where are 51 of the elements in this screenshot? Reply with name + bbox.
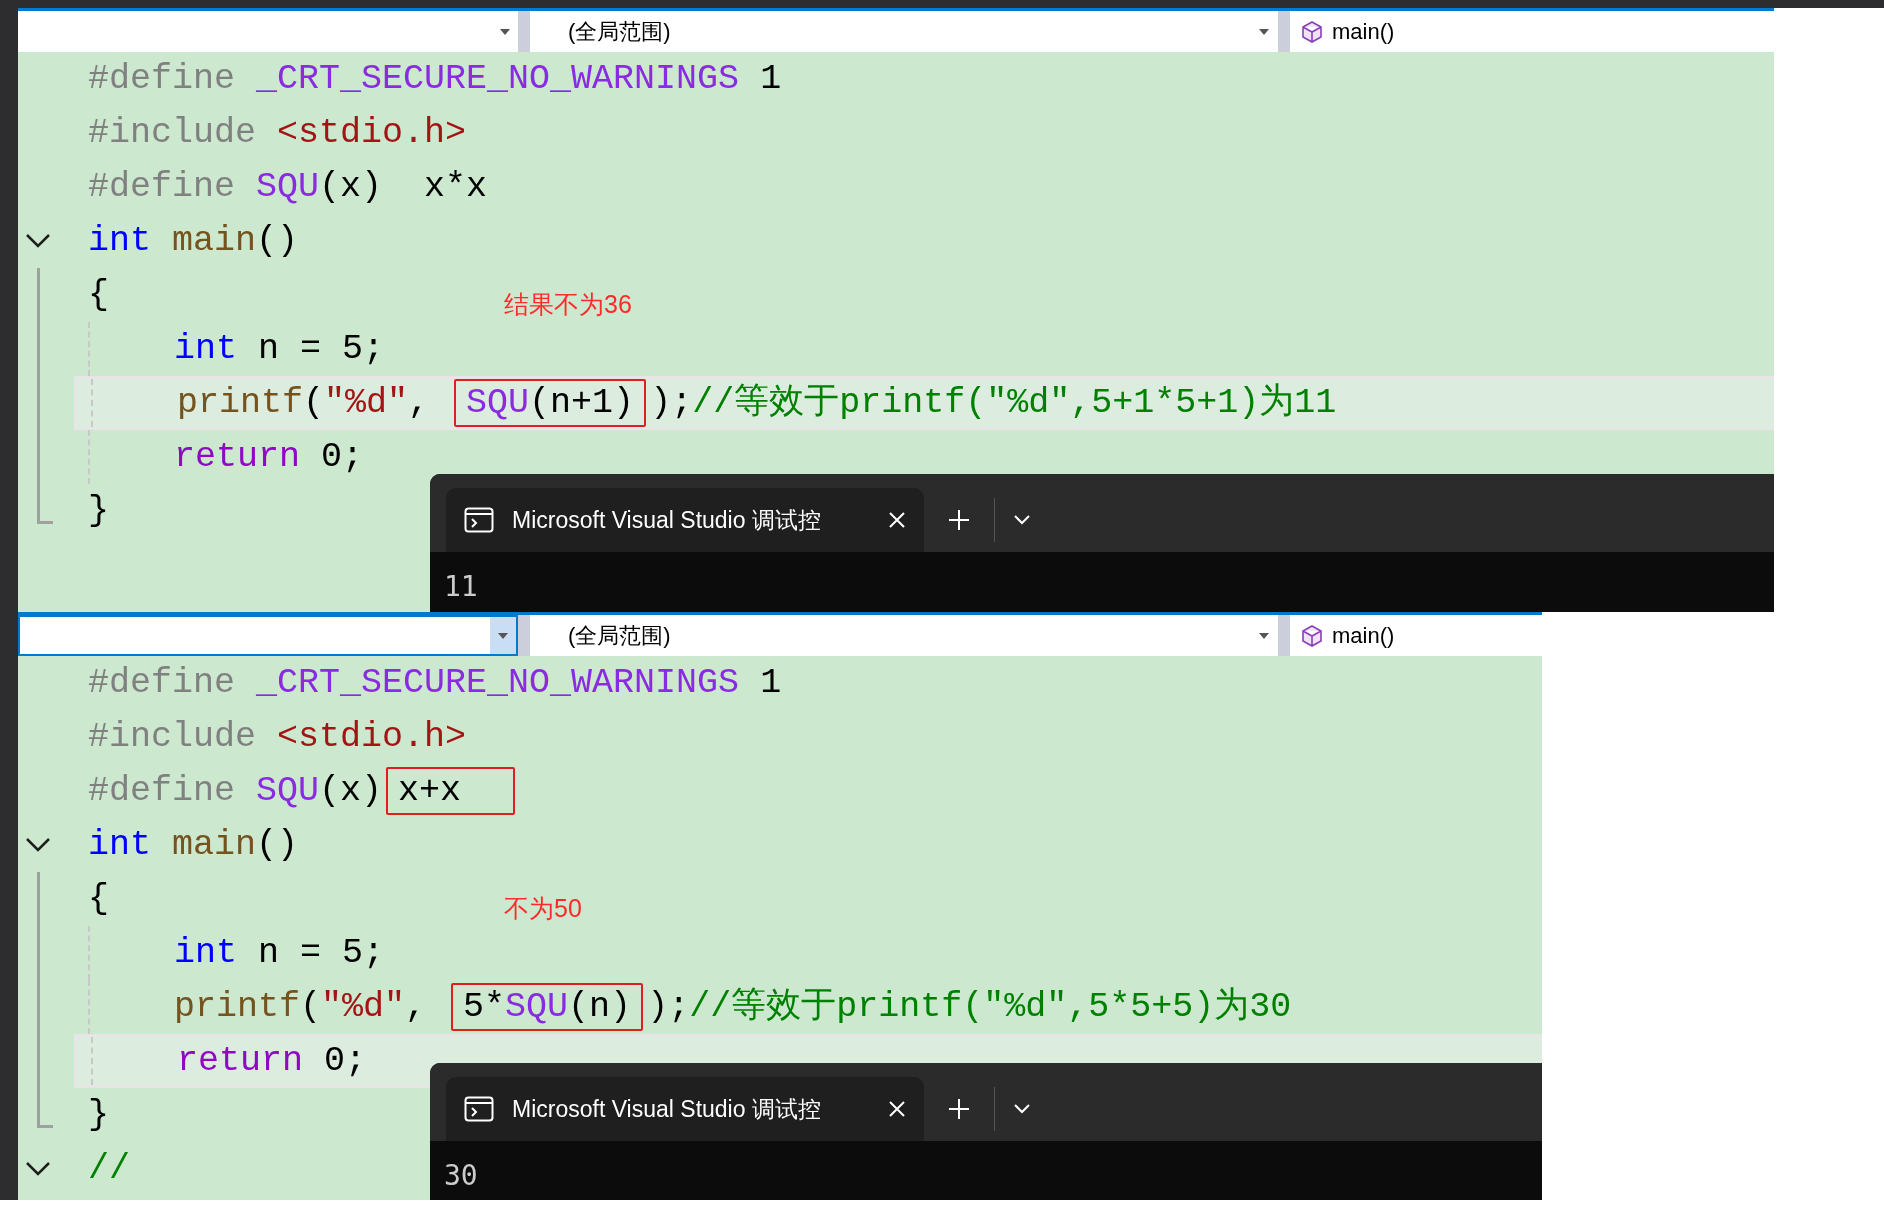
- code-text: return 0;: [177, 1040, 367, 1083]
- terminal-icon: [464, 1096, 494, 1122]
- code-text: int n = 5;: [174, 932, 385, 975]
- new-tab-plus-icon[interactable]: [948, 509, 970, 531]
- highlighted-code: 5*SQU(n): [451, 983, 644, 1031]
- terminal-icon: [464, 507, 494, 533]
- dropdown-arrow-icon: [1258, 631, 1270, 640]
- code-text: #define SQU(x): [88, 770, 383, 813]
- close-icon[interactable]: [888, 511, 906, 529]
- chevron-down-icon[interactable]: [1013, 514, 1031, 526]
- cube-icon: [1300, 623, 1324, 648]
- function-dropdown[interactable]: main(): [1290, 615, 1542, 656]
- fold-end-marker: [37, 1088, 53, 1128]
- code-text: printf("%d",: [174, 986, 428, 1029]
- terminal-tab[interactable]: Microsoft Visual Studio 调试控: [446, 488, 924, 552]
- scope-dropdown[interactable]: (全局范围): [530, 11, 1278, 52]
- code-text: #include <stdio.h>: [88, 112, 467, 155]
- code-text: #define _CRT_SECURE_NO_WARNINGS 1: [88, 58, 782, 101]
- terminal-tab[interactable]: Microsoft Visual Studio 调试控: [446, 1077, 924, 1141]
- dropdown-arrow-icon: [497, 631, 509, 640]
- annotation-text: 不为50: [504, 893, 582, 924]
- code-text: {: [88, 274, 109, 317]
- dropdown-arrow-icon: [499, 27, 511, 36]
- code-text: }: [88, 1094, 109, 1137]
- highlighted-code: x+x: [386, 767, 516, 815]
- code-text: return 0;: [174, 436, 364, 479]
- code-text: int main(): [88, 824, 299, 867]
- code-text: int n = 5;: [174, 328, 385, 371]
- dropdown-arrow-icon: [1258, 27, 1270, 36]
- scope-dropdown[interactable]: (全局范围): [530, 615, 1278, 656]
- cube-icon: [1300, 19, 1324, 44]
- annotation-text: 结果不为36: [504, 289, 632, 320]
- code-text: }: [88, 490, 109, 533]
- code-text: #define SQU(x) x*x: [88, 166, 488, 209]
- code-text: int main(): [88, 220, 299, 263]
- code-text: #include <stdio.h>: [88, 716, 467, 759]
- highlighted-code: SQU(n+1): [454, 379, 647, 427]
- new-tab-plus-icon[interactable]: [948, 1098, 970, 1120]
- code-text: );//等效于printf("%d",5+1*5+1)为11: [650, 382, 1337, 425]
- fold-end-marker: [37, 484, 53, 524]
- code-text: //: [88, 1148, 130, 1191]
- code-text: printf("%d",: [177, 382, 431, 425]
- function-dropdown[interactable]: main(): [1290, 11, 1774, 52]
- chevron-down-icon[interactable]: [1013, 1103, 1031, 1115]
- console-output: 30: [444, 1159, 478, 1192]
- project-dropdown[interactable]: [18, 615, 518, 656]
- code-text: #define _CRT_SECURE_NO_WARNINGS 1: [88, 662, 782, 705]
- console-output: 11: [444, 570, 478, 603]
- code-text: );//等效于printf("%d",5*5+5)为30: [647, 986, 1292, 1029]
- close-icon[interactable]: [888, 1100, 906, 1118]
- code-text: {: [88, 878, 109, 921]
